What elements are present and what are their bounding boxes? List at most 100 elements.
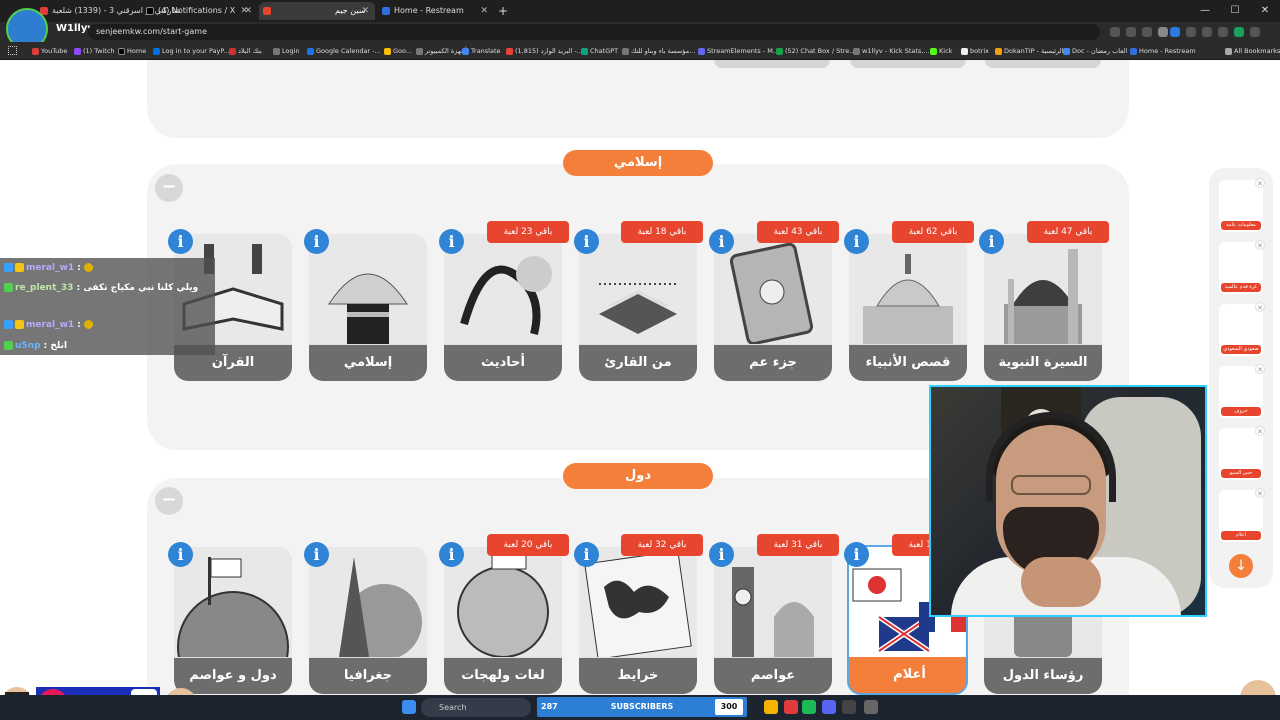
bookmark[interactable]: DokanTIP - الرئيسية (995, 45, 1063, 57)
close-icon[interactable]: ✕ (244, 2, 252, 20)
bookmark[interactable]: All Bookmarks (1225, 45, 1280, 57)
info-icon[interactable]: i (574, 229, 599, 254)
bookmark[interactable]: ChatGPT (581, 45, 618, 57)
scroll-down-button[interactable]: ↓ (1229, 554, 1253, 578)
app-icon[interactable] (864, 700, 878, 714)
collapse-button[interactable]: − (155, 487, 183, 515)
bookmark[interactable]: Translate (462, 45, 501, 57)
bookmark[interactable]: Login (273, 45, 300, 57)
remove-icon[interactable]: ✕ (1255, 240, 1265, 250)
bookmark[interactable]: w1llyv - Kick Stats,... (853, 45, 930, 57)
category-card[interactable]: خرايط (579, 547, 697, 694)
info-icon[interactable]: i (709, 542, 734, 567)
browser-tab[interactable]: Home - Restream ✕ (378, 2, 494, 20)
remove-icon[interactable]: ✕ (1255, 364, 1265, 374)
category-card[interactable]: إسلامي (309, 234, 427, 381)
discord-icon[interactable] (822, 700, 836, 714)
puzzle-icon[interactable] (1202, 27, 1212, 37)
bookmark[interactable]: (52) Chat Box / Stre... (776, 45, 855, 57)
category-card[interactable]: جغرافيا (309, 547, 427, 694)
info-icon[interactable]: i (439, 542, 464, 567)
extension-icon[interactable] (1170, 27, 1180, 37)
bookmark[interactable]: Google Calendar -... (307, 45, 381, 57)
extension-icon[interactable] (1186, 27, 1196, 37)
bookmark[interactable]: Home (118, 45, 146, 57)
info-icon[interactable]: i (979, 229, 1004, 254)
bookmark[interactable]: botrix (961, 45, 989, 57)
info-icon[interactable]: i (304, 229, 329, 254)
category-card[interactable]: من القارئ (579, 234, 697, 381)
file-explorer-icon[interactable] (764, 700, 778, 714)
bookmark[interactable]: بنك البلاد (229, 45, 262, 57)
bookmark[interactable]: Goo... (384, 45, 412, 57)
maximize-button[interactable]: ☐ (1220, 0, 1250, 22)
sidepanel-icon[interactable] (1218, 27, 1228, 37)
minimize-button[interactable]: — (1190, 0, 1220, 22)
spotify-icon[interactable] (802, 700, 816, 714)
selected-category[interactable]: ✕ صعودي السعودي (1219, 302, 1265, 356)
geography-illustration (309, 547, 427, 660)
info-icon[interactable]: i (168, 229, 193, 254)
remaining-games-badge: باقي 18 لعبة (621, 221, 703, 243)
selected-category[interactable]: ✕ حروف (1219, 364, 1265, 418)
category-card[interactable]: السيرة النبوية (984, 234, 1102, 381)
taskbar-search[interactable]: Search (421, 698, 531, 717)
close-window-button[interactable]: ✕ (1250, 0, 1280, 22)
close-icon[interactable]: ✕ (480, 2, 488, 20)
info-icon[interactable]: i (709, 229, 734, 254)
collapse-button[interactable]: − (155, 174, 183, 202)
app-icon[interactable] (842, 700, 856, 714)
bookmark[interactable]: Log in to your PayP... (153, 45, 230, 57)
remove-icon[interactable]: ✕ (1255, 302, 1265, 312)
translate-icon[interactable] (1110, 27, 1120, 37)
info-icon[interactable]: i (439, 229, 464, 254)
info-icon[interactable]: i (168, 542, 193, 567)
bookmark[interactable]: مؤسسة باء وبناو للتك... (622, 45, 695, 57)
category-card[interactable]: جزء عم (714, 234, 832, 381)
card-title: جغرافيا (309, 658, 427, 694)
apps-icon[interactable] (8, 46, 17, 55)
new-tab-button[interactable]: + (498, 2, 508, 20)
url-text: senjeemkw.com/start-game (96, 27, 207, 36)
category-card[interactable]: أحاديث (444, 234, 562, 381)
selected-category[interactable]: ✕ كرة قدم عالمية (1219, 240, 1265, 294)
selected-category[interactable]: ✕ معلومات عامة (1219, 178, 1265, 232)
remove-icon[interactable]: ✕ (1255, 426, 1265, 436)
bookmark[interactable]: StreamElements - M... (698, 45, 779, 57)
bookmark-star-icon[interactable] (1158, 27, 1168, 37)
card-title: عواصم (714, 658, 832, 694)
browser-tab-active[interactable]: سين جيم ✕ (259, 2, 375, 20)
quran-stand-illustration (579, 234, 697, 344)
zoom-icon[interactable] (1126, 27, 1136, 37)
mosque-illustration (984, 234, 1102, 344)
chat-message: u5np : انلخ (4, 338, 67, 354)
category-card[interactable]: عواصم (714, 547, 832, 694)
info-icon[interactable]: i (304, 542, 329, 567)
bookmark[interactable]: أجهزة الكمبيوتر (416, 45, 467, 57)
card-title: السيرة النبوية (984, 345, 1102, 381)
info-icon[interactable]: i (574, 542, 599, 567)
browser-tab[interactable]: (4) Notifications / X ✕ (142, 2, 258, 20)
info-icon[interactable]: i (844, 229, 869, 254)
bookmark[interactable]: YouTube (32, 45, 67, 57)
selected-category[interactable]: ✕ حس المنيو (1219, 426, 1265, 480)
url-input[interactable]: senjeemkw.com/start-game (88, 24, 1100, 40)
selected-category[interactable]: ✕ أعلام (1219, 488, 1265, 542)
category-card[interactable]: دول و عواصم (174, 547, 292, 694)
bookmark[interactable]: Doc - العاب رمضان (1063, 45, 1127, 57)
category-card[interactable]: قصص الأنبياء (849, 234, 967, 381)
category-card[interactable]: لغات ولهجات (444, 547, 562, 694)
remove-icon[interactable]: ✕ (1255, 488, 1265, 498)
close-icon[interactable]: ✕ (361, 2, 369, 20)
menu-icon[interactable] (1250, 27, 1260, 37)
bookmark[interactable]: (1,815) البريد الوارد -... (506, 45, 583, 57)
windows-start-icon[interactable] (402, 700, 416, 714)
remove-icon[interactable]: ✕ (1255, 178, 1265, 188)
profile-icon[interactable] (1234, 27, 1244, 37)
share-icon[interactable] (1142, 27, 1152, 37)
bookmark[interactable]: Kick (930, 45, 952, 57)
bookmark[interactable]: Home - Restream (1130, 45, 1196, 57)
info-icon[interactable]: i (844, 542, 869, 567)
bookmark[interactable]: (1) Twitch (74, 45, 115, 57)
app-icon[interactable] (784, 700, 798, 714)
